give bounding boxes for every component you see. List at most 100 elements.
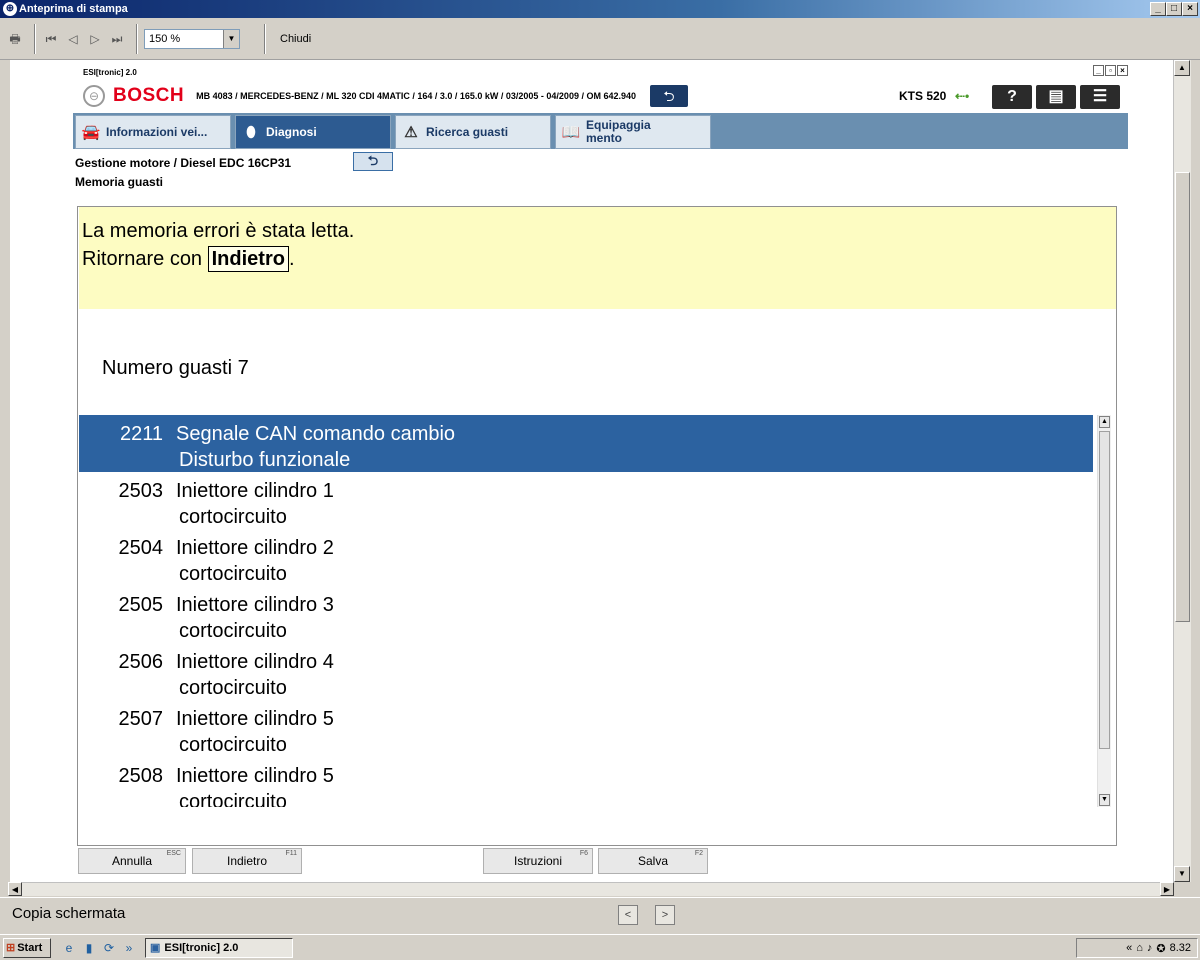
fault-count: Numero guasti 7	[102, 357, 249, 379]
fault-status: Disturbo funzionale	[179, 449, 351, 471]
message-line1: La memoria errori è stata letta.	[82, 220, 355, 242]
message-line2-suffix: .	[288, 248, 295, 270]
task-label: ESI[tronic] 2.0	[164, 941, 239, 954]
prev-page-icon[interactable]: <	[618, 905, 638, 925]
zoom-select[interactable]: 150 % ▼	[144, 28, 240, 49]
scroll-down-icon[interactable]: ▼	[1099, 794, 1110, 806]
tab-equipment[interactable]: 📖 Equipaggia mento	[555, 115, 711, 149]
next-page-icon[interactable]: ▷	[86, 30, 104, 48]
prev-page-icon[interactable]: ◁	[64, 30, 82, 48]
esi-restore-icon: ▫	[1105, 65, 1116, 76]
button-label: Annulla	[111, 854, 153, 868]
breadcrumb-path: Gestione motore / Diesel EDC 16CP31	[75, 156, 292, 170]
chevron-right-icon[interactable]: »	[119, 939, 139, 957]
diagnosis-icon: ⬮	[246, 123, 256, 141]
taskbar-item-esitronic[interactable]: ▣ ESI[tronic] 2.0	[145, 937, 293, 958]
button-label: Istruzioni	[513, 854, 563, 868]
scroll-up-icon[interactable]: ▲	[1099, 416, 1110, 428]
fault-code: 2211	[119, 423, 163, 445]
fault-list[interactable]: 2211 Segnale CAN comando cambio Disturbo …	[79, 415, 1093, 807]
fault-row[interactable]: 2504 Iniettore cilindro 2 cortocircuito	[79, 529, 1093, 586]
refresh-icon[interactable]: ⟳	[99, 939, 119, 957]
chevron-left-icon[interactable]: «	[1126, 942, 1132, 954]
back-arrow-button[interactable]: ⮌	[649, 85, 688, 107]
bosch-logo-icon: ⊖	[83, 85, 105, 107]
network-icon[interactable]: ⌂	[1136, 942, 1143, 954]
shortcut-key: ESC	[166, 850, 181, 857]
device-label: KTS 520	[899, 89, 947, 103]
maximize-button[interactable]: □	[1166, 2, 1182, 16]
fault-desc: Iniettore cilindro 3	[176, 594, 334, 616]
tab-label: Diagnosi	[266, 125, 317, 139]
button-label: Indietro	[226, 854, 268, 868]
scroll-thumb[interactable]	[1099, 431, 1110, 749]
back-small-button[interactable]: ⮌	[353, 152, 393, 171]
shield-icon[interactable]: ✪	[1156, 942, 1165, 955]
vehicle-info: MB 4083 / MERCEDES-BENZ / ML 320 CDI 4MA…	[196, 91, 636, 101]
fault-list-scrollbar[interactable]: ▲ ▼	[1097, 415, 1111, 807]
taskbar: ⊞ Start e ▮ ⟳ » ▣ ESI[tronic] 2.0 « ⌂ ♪ …	[0, 934, 1200, 960]
car-icon: 🚘	[81, 124, 101, 141]
printer-icon[interactable]: ▤	[1036, 85, 1076, 109]
status-text: Copia schermata	[12, 905, 126, 922]
brand: BOSCH	[113, 85, 185, 106]
tab-label: Ricerca guasti	[426, 125, 509, 139]
fault-desc: Iniettore cilindro 2	[176, 537, 334, 559]
volume-icon[interactable]: ♪	[1147, 942, 1153, 954]
esi-minimize-icon: _	[1093, 65, 1104, 76]
esi-close-icon: ×	[1117, 65, 1128, 76]
scroll-up-icon[interactable]: ▲	[1174, 60, 1190, 76]
fault-desc: Iniettore cilindro 4	[176, 651, 334, 673]
scroll-left-icon[interactable]: ◀	[8, 882, 22, 896]
tab-vehicle-info[interactable]: 🚘 Informazioni vei...	[75, 115, 231, 149]
salva-button[interactable]: Salva F2	[598, 848, 708, 874]
scroll-thumb[interactable]	[1175, 172, 1190, 622]
scroll-right-icon[interactable]: ▶	[1160, 882, 1174, 896]
help-icon[interactable]: ?	[992, 85, 1032, 109]
fault-status: cortocircuito	[179, 506, 287, 528]
content-frame: La memoria errori è stata letta. Ritorna…	[77, 206, 1117, 846]
fault-desc: Iniettore cilindro 5	[176, 765, 334, 787]
first-page-icon[interactable]: ⏮	[42, 30, 60, 48]
preview-page: ESI[tronic] 2.0 _ ▫ × ⊖ BOSCH MB 4083 / …	[10, 60, 1173, 882]
breadcrumb: Gestione motore / Diesel EDC 16CP31 Memo…	[75, 154, 291, 192]
indietro-button[interactable]: Indietro F11	[192, 848, 302, 874]
fault-row[interactable]: 2505 Iniettore cilindro 3 cortocircuito	[79, 586, 1093, 643]
fault-row[interactable]: 2508 Iniettore cilindro 5 cortocircuito	[79, 757, 1093, 807]
shortcut-key: F11	[285, 850, 297, 857]
fault-desc: Iniettore cilindro 1	[176, 480, 334, 502]
fault-desc: Iniettore cilindro 5	[176, 708, 334, 730]
menu-icon[interactable]: ☰	[1080, 85, 1120, 109]
tab-diagnosis[interactable]: ⬮ Diagnosi	[235, 115, 391, 149]
scroll-down-icon[interactable]: ▼	[1174, 866, 1190, 882]
last-page-icon[interactable]: ⏭	[108, 30, 126, 48]
istruzioni-button[interactable]: Istruzioni F6	[483, 848, 593, 874]
fault-status: cortocircuito	[179, 677, 287, 699]
app-quicklaunch-icon[interactable]: ▮	[79, 939, 99, 957]
preview-vertical-scrollbar[interactable]: ▲ ▼	[1173, 60, 1191, 882]
fault-desc: Segnale CAN comando cambio	[176, 423, 456, 445]
close-window-button[interactable]: ×	[1182, 2, 1198, 16]
fault-row[interactable]: 2503 Iniettore cilindro 1 cortocircuito	[79, 472, 1093, 529]
fault-code: 2506	[118, 651, 164, 673]
preview-horizontal-scrollbar[interactable]: ◀ ▶	[8, 882, 1174, 896]
tab-troubleshooting[interactable]: ⚠ Ricerca guasti	[395, 115, 551, 149]
header-bar: ⊖ BOSCH MB 4083 / MERCEDES-BENZ / ML 320…	[73, 79, 1128, 113]
minimize-button[interactable]: _	[1150, 2, 1166, 16]
annulla-button[interactable]: Annulla ESC	[78, 848, 186, 874]
section-title: Memoria guasti	[75, 175, 164, 189]
browser-icon[interactable]: e	[59, 939, 79, 957]
start-button[interactable]: ⊞ Start	[3, 937, 51, 958]
next-page-icon[interactable]: >	[655, 905, 675, 925]
tab-label: Equipaggia mento	[586, 118, 651, 145]
fault-code: 2505	[118, 594, 164, 616]
fault-row[interactable]: 2507 Iniettore cilindro 5 cortocircuito	[79, 700, 1093, 757]
close-preview-button[interactable]: Chiudi	[280, 33, 311, 45]
fault-row[interactable]: 2211 Segnale CAN comando cambio Disturbo …	[79, 415, 1093, 472]
system-tray: « ⌂ ♪ ✪ 8.32	[1076, 938, 1198, 958]
chevron-down-icon[interactable]: ▼	[223, 29, 239, 48]
fault-row[interactable]: 2506 Iniettore cilindro 4 cortocircuito	[79, 643, 1093, 700]
print-icon[interactable]: 🖶	[6, 30, 24, 48]
zoom-value: 150 %	[149, 32, 181, 45]
tab-bar: 🚘 Informazioni vei... ⬮ Diagnosi ⚠ Ricer…	[73, 113, 1128, 149]
